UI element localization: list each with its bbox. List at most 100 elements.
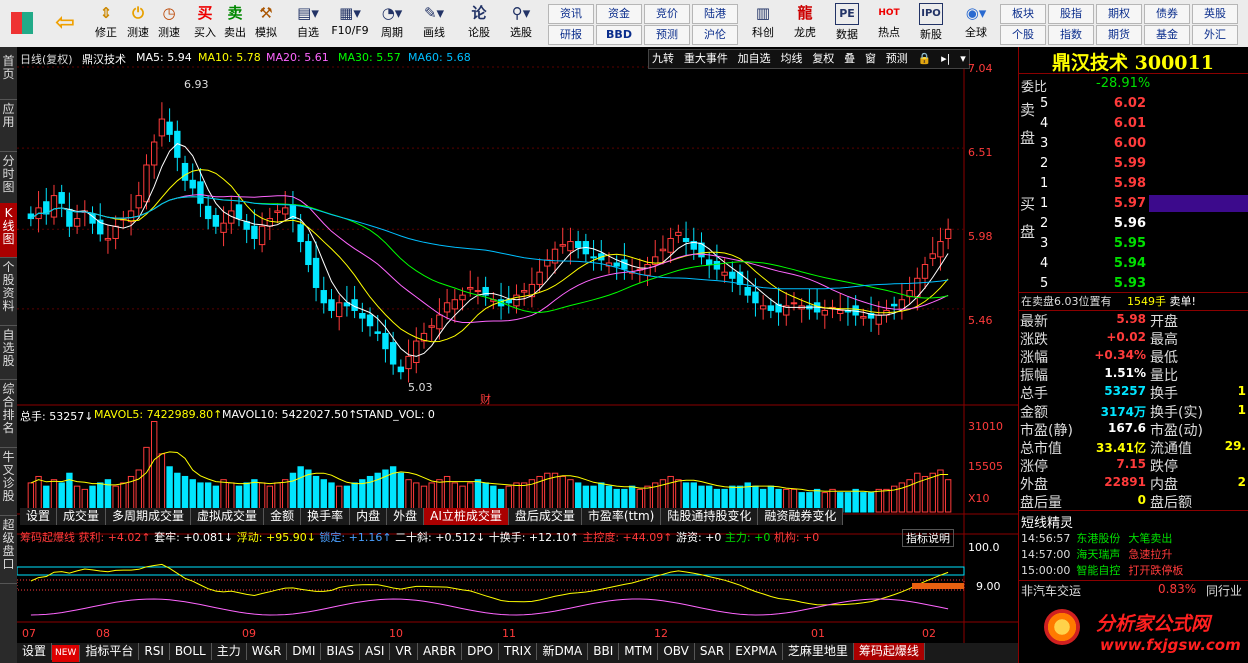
tab-inner[interactable]: 内盘: [350, 508, 388, 525]
bottom-tab-arbr[interactable]: ARBR: [418, 643, 463, 660]
period-button[interactable]: ◔▾ 周期: [372, 3, 412, 45]
bottom-tab-settings[interactable]: 设置: [17, 643, 53, 660]
buy-level[interactable]: 2 5.96: [1036, 215, 1248, 232]
hk-connect-button[interactable]: 陆港: [692, 4, 738, 24]
tab-turnover[interactable]: 换手率: [301, 508, 351, 525]
lock-icon[interactable]: 🔒: [915, 52, 935, 65]
sell-button[interactable]: 卖 卖出: [220, 3, 250, 45]
favorite-button[interactable]: ▤▾ 自选: [288, 3, 328, 45]
bottom-tab-chip-trigger[interactable]: 筹码起爆线: [853, 643, 925, 660]
research-button[interactable]: 研报: [548, 25, 594, 45]
funds-button[interactable]: 基金: [1144, 25, 1190, 45]
windows-button[interactable]: [4, 3, 40, 45]
bottom-tab-dmi[interactable]: DMI: [287, 643, 322, 660]
news-item[interactable]: 14:56:57 东港股份 大笔卖出: [1021, 530, 1172, 546]
news-button[interactable]: 资讯: [548, 4, 594, 24]
f10-button[interactable]: ▦▾ F10/F9: [330, 3, 370, 45]
sector-tag[interactable]: 同行业: [1206, 582, 1242, 599]
bottom-tab-custom[interactable]: 芝麻里地里: [783, 643, 854, 660]
global-button[interactable]: ◉▾ 全球: [956, 3, 996, 45]
bottom-tab-asi[interactable]: ASI: [360, 643, 391, 660]
tab-ai-volume[interactable]: AI立桩成交量: [424, 508, 509, 525]
auction-button[interactable]: 竞价: [644, 4, 690, 24]
tab-amount[interactable]: 金额: [264, 508, 302, 525]
tab-kline[interactable]: K线图: [0, 203, 17, 258]
window-button[interactable]: 窗: [862, 52, 879, 65]
bottom-tab-platform[interactable]: 指标平台: [80, 643, 140, 660]
sell-level[interactable]: 4 6.01: [1036, 115, 1248, 132]
bottom-tab-expma[interactable]: EXPMA: [730, 643, 783, 660]
tab-virtual-volume[interactable]: 虚拟成交量: [191, 508, 265, 525]
bottom-tab-wr[interactable]: W&R: [247, 643, 288, 660]
modify-button[interactable]: ⇕ 修正: [90, 3, 122, 45]
indicator-explain-button[interactable]: 指标说明: [902, 529, 954, 547]
futures-button[interactable]: 期货: [1096, 25, 1142, 45]
ma-button[interactable]: 均线: [777, 52, 805, 65]
news-item[interactable]: 15:00:00 智能自控 打开跌停板: [1021, 562, 1183, 578]
bottom-tab-bias[interactable]: BIAS: [321, 643, 361, 660]
options-button[interactable]: 期权: [1096, 4, 1142, 24]
add-watch-button[interactable]: 加自选: [735, 52, 774, 65]
news-item[interactable]: 14:57:00 海天瑞声 急速拉升: [1021, 546, 1172, 562]
kline-chart[interactable]: [17, 47, 1018, 663]
select-stock-button[interactable]: ⚲▾ 选股: [500, 3, 542, 45]
tab-multi-volume[interactable]: 多周期成交量: [106, 508, 192, 525]
bottom-tab-mtm[interactable]: MTM: [619, 643, 659, 660]
collapse-icon[interactable]: ▸|: [938, 52, 953, 65]
tab-super-orderbook[interactable]: 超级盘口: [0, 515, 17, 584]
tab-watchlist[interactable]: 自选股: [0, 325, 17, 380]
buy-level[interactable]: 5 5.93: [1036, 275, 1248, 292]
tab-outer[interactable]: 外盘: [387, 508, 425, 525]
forex-button[interactable]: 外汇: [1192, 25, 1238, 45]
finance-marker[interactable]: 财: [480, 391, 491, 407]
bottom-tab-trix[interactable]: TRIX: [499, 643, 538, 660]
tab-apps[interactable]: 应用: [0, 99, 17, 152]
buy-level[interactable]: 3 5.95: [1036, 235, 1248, 252]
fund-button[interactable]: 资金: [596, 4, 642, 24]
bond-button[interactable]: 债券: [1144, 4, 1190, 24]
tab-home[interactable]: 首页: [0, 49, 17, 100]
tab-hk-holdings[interactable]: 陆股通持股变化: [661, 508, 759, 525]
buy-level[interactable]: 4 5.94: [1036, 255, 1248, 272]
tab-timeshare[interactable]: 分时图: [0, 151, 17, 204]
tab-margin[interactable]: 融资融券变化: [758, 508, 844, 525]
back-button[interactable]: ⇦: [46, 3, 84, 45]
kechuang-button[interactable]: ▥ 科创: [744, 3, 782, 45]
forecast-button[interactable]: 预测: [644, 25, 690, 45]
sector-button[interactable]: 板块: [1000, 4, 1046, 24]
tab-diagnosis[interactable]: 牛叉诊股: [0, 447, 17, 516]
sell-level[interactable]: 5 6.02: [1036, 95, 1248, 112]
adjust-button[interactable]: 复权: [809, 52, 837, 65]
tab-after-hours-volume[interactable]: 盘后成交量: [509, 508, 582, 525]
dragon-tiger-button[interactable]: 龍 龙虎: [786, 3, 824, 45]
jiuzhuan-button[interactable]: 九转: [649, 52, 677, 65]
sell-level[interactable]: 3 6.00: [1036, 135, 1248, 152]
major-event-button[interactable]: 重大事件: [681, 52, 731, 65]
tab-volume[interactable]: 成交量: [57, 508, 107, 525]
bottom-tab-dpo[interactable]: DPO: [462, 643, 499, 660]
tab-ranking[interactable]: 综合排名: [0, 379, 17, 448]
bottom-tab-sar[interactable]: SAR: [695, 643, 731, 660]
index-button[interactable]: 股指: [1048, 4, 1094, 24]
bottom-tab-main[interactable]: 主力: [212, 643, 247, 660]
bottom-tab-newdma[interactable]: 新DMA: [537, 643, 589, 660]
bottom-tab-bbi[interactable]: BBI: [588, 643, 620, 660]
simulate-button[interactable]: ⚒ 模拟: [250, 3, 282, 45]
shanghai-london-button[interactable]: 沪伦: [692, 25, 738, 45]
uk-stock-button[interactable]: 英股: [1192, 4, 1238, 24]
sell-level[interactable]: 2 5.99: [1036, 155, 1248, 172]
buy-level[interactable]: 1 5.97: [1036, 195, 1248, 212]
tab-profile[interactable]: 个股资料: [0, 257, 17, 326]
stock-button[interactable]: 个股: [1000, 25, 1046, 45]
bottom-tab-rsi[interactable]: RSI: [139, 643, 170, 660]
indices-button[interactable]: 指数: [1048, 25, 1094, 45]
speed-button[interactable]: ⏻ 测速: [122, 3, 154, 45]
hot-button[interactable]: HOT 热点: [870, 3, 908, 45]
tab-settings[interactable]: 设置: [20, 508, 58, 525]
sell-level[interactable]: 1 5.98: [1036, 175, 1248, 192]
draw-button[interactable]: ✎▾ 画线: [414, 3, 454, 45]
buy-button[interactable]: 买 买入: [190, 3, 220, 45]
bottom-tab-obv[interactable]: OBV: [658, 643, 695, 660]
data-button[interactable]: PE 数据: [828, 3, 866, 45]
forum-button[interactable]: 论 论股: [460, 3, 498, 45]
